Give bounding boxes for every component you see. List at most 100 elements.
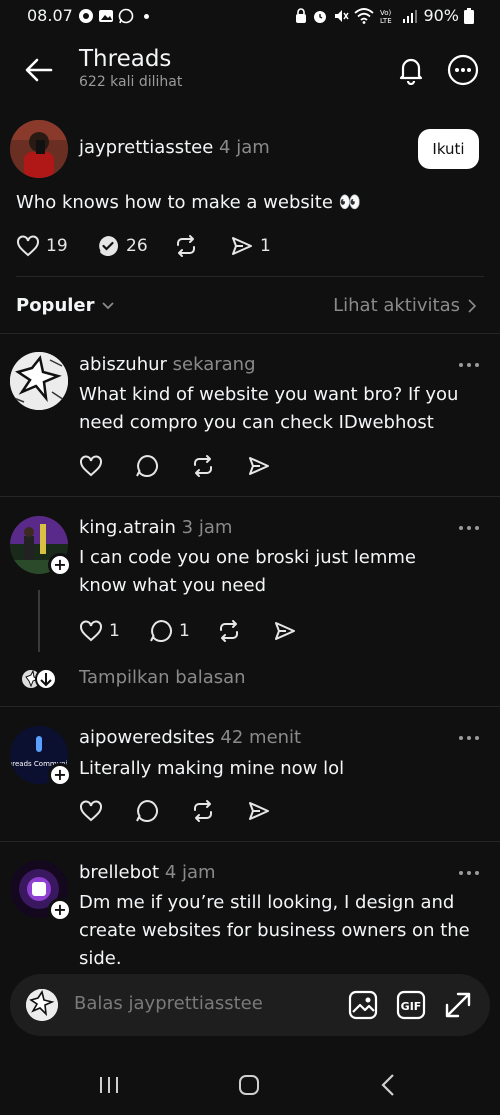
avatar[interactable]	[10, 352, 68, 410]
reply-avatars[interactable]	[22, 668, 58, 690]
record-icon	[79, 9, 93, 23]
divider	[16, 276, 484, 277]
volte-icon: Vo)LTE	[380, 9, 392, 24]
follow-plus-badge[interactable]: +	[48, 763, 72, 787]
reply-input[interactable]	[74, 993, 314, 1014]
follow-plus-badge[interactable]: +	[48, 898, 72, 922]
send-icon	[232, 237, 252, 255]
share-action[interactable]	[247, 799, 277, 823]
follow-plus-badge[interactable]: +	[48, 553, 72, 577]
sort-dropdown[interactable]: Populer	[16, 295, 115, 316]
avatar[interactable]	[10, 120, 68, 178]
image-attach-icon[interactable]	[348, 990, 378, 1020]
post-actions: 19 26 1	[16, 234, 271, 258]
heart-icon	[17, 235, 39, 257]
battery-percentage: 90%	[423, 6, 459, 25]
username[interactable]: jayprettiasstee	[79, 137, 213, 158]
lock-icon	[296, 7, 307, 23]
repost-icon	[220, 620, 238, 642]
system-nav-bar	[0, 1055, 500, 1115]
view-count: 622 kali dilihat	[79, 74, 183, 90]
reply-item: abiszuhur sekarang What kind of website …	[0, 334, 500, 496]
battery-icon	[464, 7, 474, 24]
comment-count: 1	[179, 621, 190, 641]
sort-label: Populer	[16, 295, 95, 316]
like-action[interactable]: 19	[16, 235, 96, 257]
like-action[interactable]: 1	[79, 620, 149, 642]
reply-action[interactable]: 26	[96, 234, 174, 258]
like-action[interactable]	[79, 455, 135, 477]
view-activity-label: Lihat aktivitas	[333, 295, 460, 316]
send-icon	[275, 622, 295, 640]
reply-time: 3 jam	[181, 517, 233, 538]
more-options-icon[interactable]	[447, 54, 479, 86]
sort-bar: Populer Lihat aktivitas	[0, 287, 500, 325]
whatsapp-icon	[118, 8, 134, 24]
show-replies-link[interactable]: Tampilkan balasan	[79, 667, 246, 688]
home-icon[interactable]	[237, 1073, 261, 1097]
comment-icon	[136, 799, 158, 822]
like-count: 19	[46, 236, 68, 256]
status-bar: 08.07 Vo) LTE 90%	[0, 0, 500, 34]
send-icon	[249, 457, 269, 475]
gallery-icon	[99, 10, 113, 22]
reply-item: + brellebot 4 jam Dm me if you’re still …	[0, 842, 500, 972]
svg-text:Vo): Vo)	[380, 9, 392, 17]
comment-icon	[150, 619, 172, 642]
gif-label: GIF	[401, 1000, 422, 1013]
more-icon[interactable]	[458, 360, 480, 370]
thread-line	[38, 590, 40, 652]
username[interactable]: aipoweredsites	[79, 727, 215, 748]
app-header: Threads 622 kali dilihat	[0, 40, 500, 100]
username[interactable]: brellebot	[79, 862, 159, 883]
page-title: Threads	[79, 46, 172, 72]
reply-actions	[79, 454, 277, 478]
comment-icon	[136, 454, 158, 477]
expand-icon[interactable]	[443, 990, 473, 1020]
more-icon[interactable]	[458, 868, 480, 878]
recent-apps-icon[interactable]	[98, 1075, 120, 1095]
reply-actions	[79, 799, 277, 823]
gif-icon[interactable]: GIF	[396, 990, 426, 1020]
more-icon[interactable]	[458, 733, 480, 743]
repost-action[interactable]	[191, 454, 247, 478]
follow-button[interactable]: Ikuti	[418, 129, 479, 169]
chevron-right-icon	[468, 298, 476, 313]
username[interactable]: abiszuhur	[79, 354, 167, 375]
share-action[interactable]	[247, 454, 277, 478]
share-action[interactable]	[273, 619, 303, 643]
heart-icon	[80, 620, 102, 642]
share-count: 1	[260, 236, 271, 256]
wifi-icon	[354, 7, 375, 24]
chevron-down-icon	[101, 301, 114, 309]
comment-action[interactable]: 1	[149, 619, 217, 643]
like-action[interactable]	[79, 800, 135, 822]
like-count: 1	[109, 621, 120, 641]
bell-icon[interactable]	[396, 55, 426, 85]
avatar	[26, 989, 58, 1021]
heart-icon	[80, 800, 102, 822]
nav-back-icon[interactable]	[380, 1073, 396, 1097]
comment-action[interactable]	[135, 454, 191, 478]
status-notification-icons	[78, 8, 149, 24]
repost-action[interactable]	[191, 799, 247, 823]
back-arrow-icon[interactable]	[24, 56, 54, 84]
reply-count: 26	[126, 236, 148, 256]
reply-text: Dm me if you’re still looking, I design …	[79, 892, 470, 969]
status-time: 08.07	[27, 6, 73, 25]
reply-item: + king.atrain 3 jam I can code you one b…	[0, 497, 500, 706]
username[interactable]: king.atrain	[79, 517, 176, 538]
view-activity-link[interactable]: Lihat aktivitas	[333, 295, 476, 316]
reply-time: 4 jam	[164, 862, 216, 883]
repost-action[interactable]	[217, 619, 273, 643]
alarm-icon	[314, 10, 327, 23]
reply-item: Threads Community + aipoweredsites 42 me…	[0, 707, 500, 841]
repost-action[interactable]	[174, 234, 230, 258]
more-icon[interactable]	[458, 523, 480, 533]
signal-icon	[403, 9, 418, 23]
post-text: Who knows how to make a website 👀	[16, 192, 362, 213]
repost-icon	[177, 235, 195, 257]
share-action[interactable]: 1	[230, 234, 271, 258]
comment-action[interactable]	[135, 799, 191, 823]
repost-icon	[194, 455, 212, 477]
